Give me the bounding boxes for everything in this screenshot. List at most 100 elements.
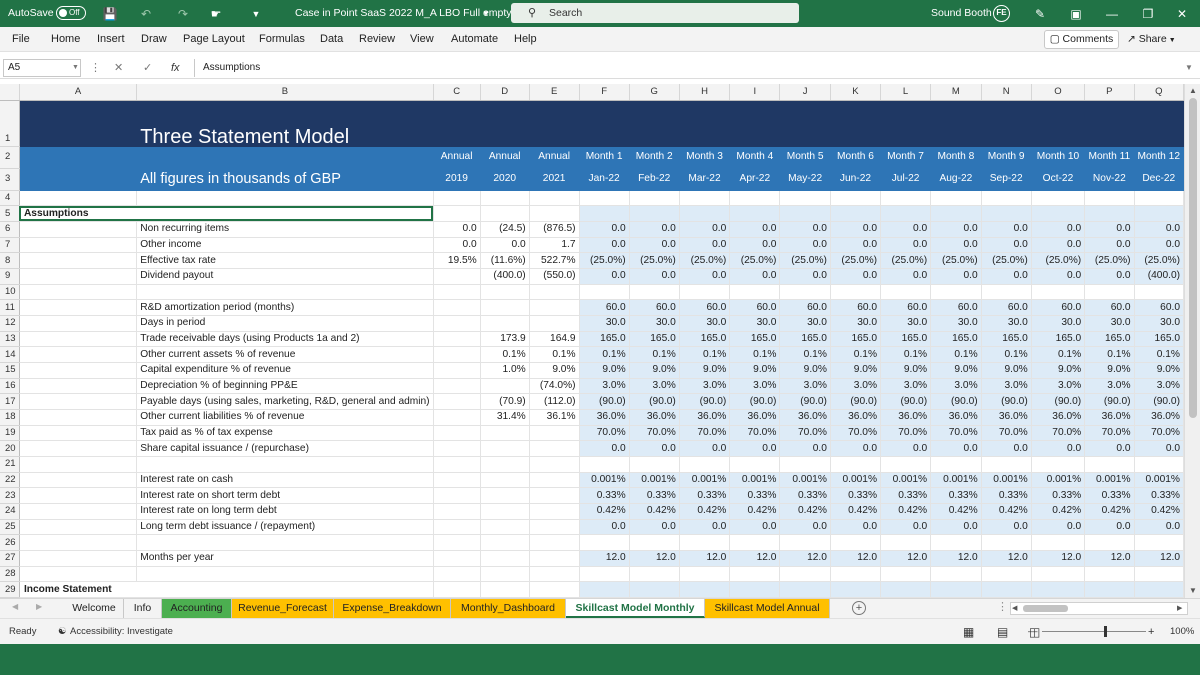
value-cell[interactable] (529, 299, 580, 316)
period-type-header[interactable]: Month 7 (880, 146, 932, 169)
period-type-header[interactable]: Month 12 (1134, 146, 1184, 169)
cell[interactable] (19, 566, 138, 583)
value-cell[interactable]: 165.0 (729, 331, 781, 348)
cell[interactable] (19, 346, 138, 363)
menu-view[interactable]: View (410, 27, 434, 52)
period-header[interactable]: Sep-22 (981, 168, 1032, 191)
value-cell[interactable]: 30.0 (1031, 315, 1086, 332)
value-cell[interactable]: 3.0% (1031, 378, 1086, 395)
value-cell[interactable]: 36.0% (729, 409, 781, 426)
value-cell[interactable]: 165.0 (1084, 331, 1135, 348)
column-header-q[interactable]: Q (1134, 84, 1184, 101)
file-title[interactable]: Case in Point SaaS 2022 M_A LBO Full emp… (295, 0, 512, 27)
value-cell[interactable]: (25.0%) (1031, 252, 1086, 269)
row-header[interactable]: 15 (0, 362, 20, 379)
value-cell[interactable]: 0.1% (480, 346, 530, 363)
menu-page-layout[interactable]: Page Layout (183, 27, 245, 52)
value-cell[interactable]: 0.33% (679, 487, 731, 504)
value-cell[interactable]: 30.0 (579, 315, 630, 332)
value-cell[interactable]: 0.33% (1084, 487, 1135, 504)
tab-expense-breakdown[interactable]: Expense_Breakdown (334, 599, 451, 618)
avatar[interactable]: FE (993, 5, 1010, 22)
value-cell[interactable]: 0.42% (930, 503, 982, 520)
value-cell[interactable]: 0.0 (830, 519, 882, 536)
value-cell[interactable]: 0.33% (579, 487, 630, 504)
value-cell[interactable]: 0.0 (729, 519, 781, 536)
sheet-subtitle[interactable]: All figures in thousands of GBP (136, 168, 434, 191)
next-sheet-icon[interactable]: ▶ (36, 602, 42, 611)
value-cell[interactable] (729, 566, 781, 583)
normal-view-icon[interactable]: ▦ (963, 619, 974, 645)
scroll-left-icon[interactable]: ◀ (1012, 603, 1017, 614)
value-cell[interactable]: 0.0 (629, 221, 680, 238)
value-cell[interactable]: 0.0 (679, 519, 731, 536)
value-cell[interactable]: 9.0% (579, 362, 630, 379)
value-cell[interactable]: 0.0 (930, 440, 982, 457)
value-cell[interactable] (679, 205, 731, 222)
value-cell[interactable]: 0.0 (433, 221, 481, 238)
value-cell[interactable]: 30.0 (1084, 315, 1135, 332)
value-cell[interactable] (433, 456, 481, 473)
value-cell[interactable] (1084, 566, 1135, 583)
cell[interactable] (529, 100, 580, 147)
value-cell[interactable]: 12.0 (579, 550, 630, 567)
value-cell[interactable] (433, 550, 481, 567)
value-cell[interactable]: 0.0 (880, 440, 932, 457)
value-cell[interactable]: 522.7% (529, 252, 580, 269)
cell[interactable] (19, 146, 138, 169)
row-header[interactable]: 3 (0, 168, 20, 191)
value-cell[interactable] (930, 205, 982, 222)
value-cell[interactable]: 3.0% (1134, 378, 1184, 395)
value-cell[interactable] (981, 581, 1032, 598)
value-cell[interactable] (1084, 284, 1135, 301)
cell[interactable] (1084, 100, 1135, 147)
horizontal-scrollbar[interactable]: ◀ ▶ (1010, 602, 1188, 615)
value-cell[interactable] (629, 534, 680, 551)
value-cell[interactable]: 0.0 (930, 221, 982, 238)
cell[interactable] (136, 146, 434, 169)
menu-home[interactable]: Home (51, 27, 80, 52)
value-cell[interactable] (830, 581, 882, 598)
value-cell[interactable] (1134, 566, 1184, 583)
value-cell[interactable] (729, 284, 781, 301)
cancel-icon[interactable]: ✕ (114, 60, 123, 76)
value-cell[interactable]: 12.0 (679, 550, 731, 567)
value-cell[interactable]: 0.1% (629, 346, 680, 363)
value-cell[interactable]: 0.0 (779, 440, 831, 457)
cell[interactable] (679, 100, 731, 147)
value-cell[interactable]: 30.0 (779, 315, 831, 332)
value-cell[interactable] (779, 581, 831, 598)
value-cell[interactable] (729, 205, 781, 222)
period-type-header[interactable]: Month 2 (629, 146, 680, 169)
value-cell[interactable] (830, 566, 882, 583)
menu-review[interactable]: Review (359, 27, 395, 52)
zoom-level[interactable]: 100% (1170, 619, 1194, 645)
value-cell[interactable]: 12.0 (629, 550, 680, 567)
menu-file[interactable]: File (12, 27, 30, 52)
cell[interactable] (19, 409, 138, 426)
cell[interactable] (19, 100, 138, 147)
cell[interactable] (729, 100, 781, 147)
value-cell[interactable]: 9.0% (679, 362, 731, 379)
value-cell[interactable]: 0.1% (679, 346, 731, 363)
value-cell[interactable]: (70.9) (480, 393, 530, 410)
redo-icon[interactable]: ↷ (175, 6, 191, 22)
value-cell[interactable] (779, 566, 831, 583)
autosave-toggle[interactable]: Off (56, 6, 86, 20)
row-header[interactable]: 11 (0, 299, 20, 316)
value-cell[interactable]: 165.0 (679, 331, 731, 348)
value-cell[interactable]: 0.0 (779, 519, 831, 536)
value-cell[interactable]: (90.0) (1031, 393, 1086, 410)
value-cell[interactable]: 0.0 (930, 268, 982, 285)
value-cell[interactable]: 60.0 (880, 299, 932, 316)
value-cell[interactable]: 0.0 (1134, 221, 1184, 238)
value-cell[interactable]: 0.0 (930, 519, 982, 536)
value-cell[interactable]: 12.0 (1031, 550, 1086, 567)
value-cell[interactable] (1084, 456, 1135, 473)
row-label[interactable]: Dividend payout (136, 268, 434, 285)
value-cell[interactable]: 165.0 (1134, 331, 1184, 348)
value-cell[interactable] (433, 284, 481, 301)
zoom-slider[interactable] (1042, 631, 1146, 632)
value-cell[interactable] (480, 534, 530, 551)
value-cell[interactable] (779, 284, 831, 301)
